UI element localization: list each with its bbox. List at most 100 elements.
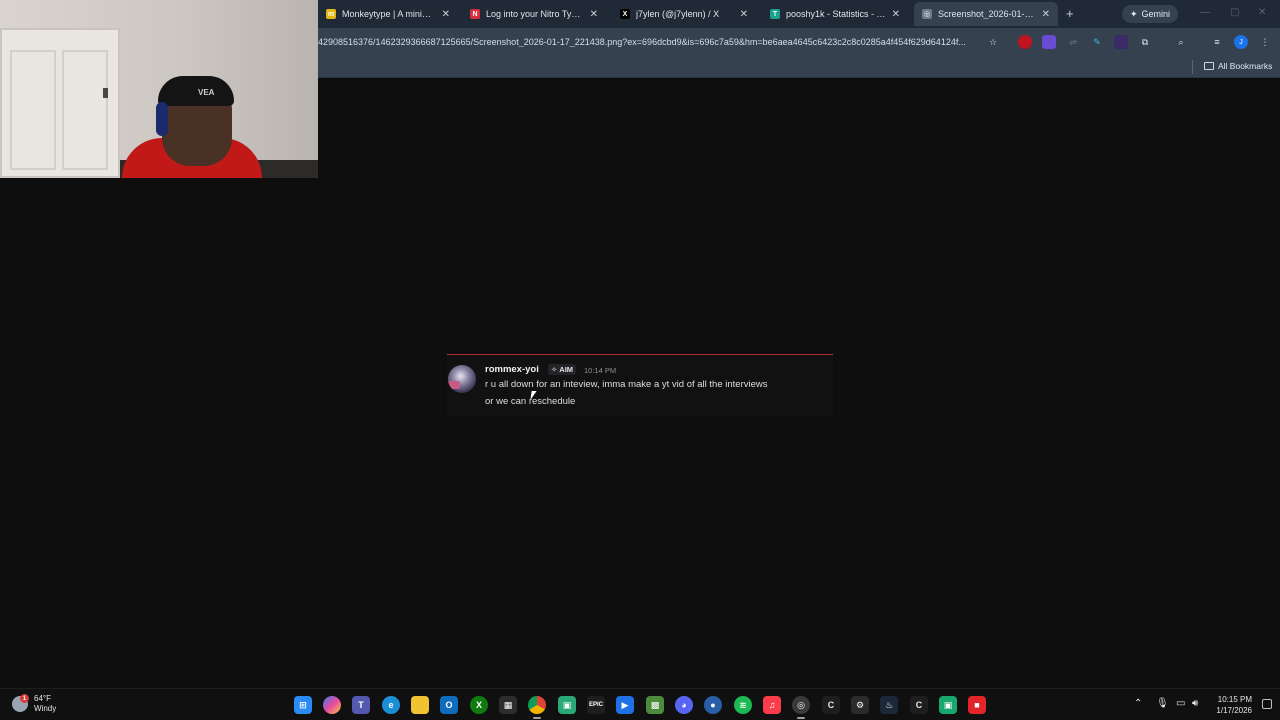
globe-icon: ◎ xyxy=(922,9,932,19)
app-chat-icon[interactable]: ▣ xyxy=(939,696,957,714)
taskbar: 1 64°F Windy ⊞ T e O X ▦ ▣ EPIC ▶ ▩ ◕ ● … xyxy=(0,688,1280,720)
media-icon[interactable]: ≡ xyxy=(1210,35,1224,49)
tab-title: pooshy1k - Statistics - Twitch... xyxy=(786,9,886,19)
door-panel xyxy=(10,50,56,170)
extension-gray-icon[interactable]: ⇌ xyxy=(1066,35,1080,49)
edge-icon[interactable]: e xyxy=(382,696,400,714)
copilot-icon[interactable] xyxy=(323,696,341,714)
divider xyxy=(1192,60,1193,74)
folder-icon xyxy=(1204,62,1214,70)
sparkle-icon: ✧ xyxy=(551,365,558,374)
network-icon[interactable]: ▭ xyxy=(1176,698,1185,709)
teams-icon[interactable]: T xyxy=(352,696,370,714)
profile-avatar[interactable]: J xyxy=(1234,35,1248,49)
spotify-icon[interactable]: ≋ xyxy=(734,696,752,714)
kebab-menu-icon[interactable]: ⋮ xyxy=(1258,35,1272,49)
beanie-text: VEA xyxy=(198,88,215,97)
tab-screenshot[interactable]: ◎ Screenshot_2026-01-17_221... ✕ xyxy=(914,2,1058,26)
music-icon[interactable]: ♫ xyxy=(763,696,781,714)
new-tab-button[interactable]: + xyxy=(1066,6,1074,21)
close-icon[interactable]: ✕ xyxy=(1042,9,1050,20)
settings-icon[interactable]: ⚙ xyxy=(851,696,869,714)
app-drop-icon[interactable]: ● xyxy=(704,696,722,714)
tab-nitro-type[interactable]: N Log into your Nitro Type acc... ✕ xyxy=(462,2,606,26)
webcam-closet-door xyxy=(0,28,120,178)
app-c2-icon[interactable]: C xyxy=(910,696,928,714)
gemini-button[interactable]: ✦ Gemini xyxy=(1122,5,1179,23)
discord-icon[interactable]: ◕ xyxy=(675,696,693,714)
xbox-icon[interactable]: X xyxy=(470,696,488,714)
weather-icon: 1 xyxy=(12,694,29,712)
webcam-headset xyxy=(156,102,168,136)
tab-twitchtracker[interactable]: T pooshy1k - Statistics - Twitch... ✕ xyxy=(762,2,908,26)
app-red-icon[interactable]: ■ xyxy=(968,696,986,714)
chrome-icon[interactable] xyxy=(528,696,546,719)
screen: m Monkeytype | A minimalistic... ✕ N Log… xyxy=(0,0,1280,720)
extension-dark-icon[interactable] xyxy=(1114,35,1128,49)
file-explorer-icon[interactable] xyxy=(411,696,429,714)
microphone-icon[interactable]: 🎙︎ xyxy=(1156,698,1169,709)
door-handle xyxy=(103,88,108,98)
obs-icon[interactable]: ◎ xyxy=(792,696,810,719)
store-icon[interactable]: ▦ xyxy=(499,696,517,714)
clock-time: 10:15 PM xyxy=(1217,695,1252,704)
tab-title: Log into your Nitro Type acc... xyxy=(486,9,584,19)
clock-date: 1/17/2026 xyxy=(1216,706,1252,715)
tab-x[interactable]: X j7ylen (@j7ylenn) / X ✕ xyxy=(612,2,756,26)
monkeytype-icon: m xyxy=(326,9,336,19)
weather-widget[interactable]: 1 64°F Windy xyxy=(12,694,56,714)
close-icon[interactable]: ✕ xyxy=(740,9,748,20)
close-icon[interactable]: ✕ xyxy=(442,9,450,20)
outlook-icon[interactable]: O xyxy=(440,696,458,714)
minimize-icon[interactable]: — xyxy=(1200,7,1210,18)
maximize-icon[interactable]: ▢ xyxy=(1230,7,1239,18)
system-clock[interactable]: 10:15 PM 1/17/2026 xyxy=(1208,694,1252,716)
address-bar[interactable]: 42908516376/1462329366687125665/Screensh… xyxy=(318,37,978,47)
search-tabs-icon[interactable]: ⌕ xyxy=(1174,35,1188,49)
weather-desc: Windy xyxy=(34,704,57,713)
weather-temp: 64°F xyxy=(34,694,51,703)
steam-icon[interactable]: ♨ xyxy=(880,696,898,714)
nitro-type-icon: N xyxy=(470,9,480,19)
app-green-icon[interactable]: ▣ xyxy=(558,696,576,714)
notification-icon[interactable] xyxy=(1262,699,1272,709)
x-icon: X xyxy=(620,9,630,19)
tab-monkeytype[interactable]: m Monkeytype | A minimalistic... ✕ xyxy=(318,2,458,26)
windows-start-icon[interactable]: ⊞ xyxy=(294,696,312,714)
sparkle-icon: ✦ xyxy=(1130,8,1138,19)
weather-badge: 1 xyxy=(20,694,29,703)
app-c-icon[interactable]: C xyxy=(822,696,840,714)
server-tag-label: AIM xyxy=(559,365,574,374)
close-icon[interactable]: ✕ xyxy=(892,9,900,20)
puzzle-icon[interactable]: ⧉ xyxy=(1138,35,1152,49)
message-timestamp: 10:14 PM xyxy=(584,366,617,375)
tab-title: Screenshot_2026-01-17_221... xyxy=(938,9,1036,19)
chevron-up-icon[interactable]: ⌃ xyxy=(1134,698,1142,709)
extension-red-icon[interactable] xyxy=(1018,35,1032,49)
all-bookmarks-button[interactable]: All Bookmarks xyxy=(1204,61,1272,71)
webcam-beanie xyxy=(158,76,234,106)
gemini-label: Gemini xyxy=(1141,9,1171,19)
avatar xyxy=(448,365,476,393)
avatar-decoration xyxy=(448,381,460,389)
extension-blue-icon[interactable]: ✎ xyxy=(1090,35,1104,49)
minecraft-icon[interactable]: ▩ xyxy=(646,696,664,714)
extension-purple-icon[interactable] xyxy=(1042,35,1056,49)
star-icon[interactable]: ☆ xyxy=(986,35,1000,49)
message-username: rommex-yoi xyxy=(485,364,539,375)
tab-title: Monkeytype | A minimalistic... xyxy=(342,9,436,19)
all-bookmarks-label: All Bookmarks xyxy=(1218,61,1273,71)
epic-games-icon[interactable]: EPIC xyxy=(587,696,605,714)
webcam-overlay: VEA xyxy=(0,0,318,178)
close-window-icon[interactable]: ✕ xyxy=(1258,7,1266,18)
close-icon[interactable]: ✕ xyxy=(590,9,598,20)
tab-title: j7ylen (@j7ylenn) / X xyxy=(636,9,720,19)
twitchtracker-icon: T xyxy=(770,9,780,19)
message-line-1: r u all down for an inteview, imma make … xyxy=(485,379,768,390)
app-blue-icon[interactable]: ▶ xyxy=(616,696,634,714)
volume-icon[interactable]: 🔊︎ xyxy=(1192,698,1198,709)
weather-text: 64°F Windy xyxy=(34,694,56,714)
door-panel xyxy=(62,50,108,170)
server-tag: ✧ AIM xyxy=(548,364,577,375)
message-screenshot: rommex-yoi ✧ AIM 10:14 PM r u all down f… xyxy=(447,354,833,416)
